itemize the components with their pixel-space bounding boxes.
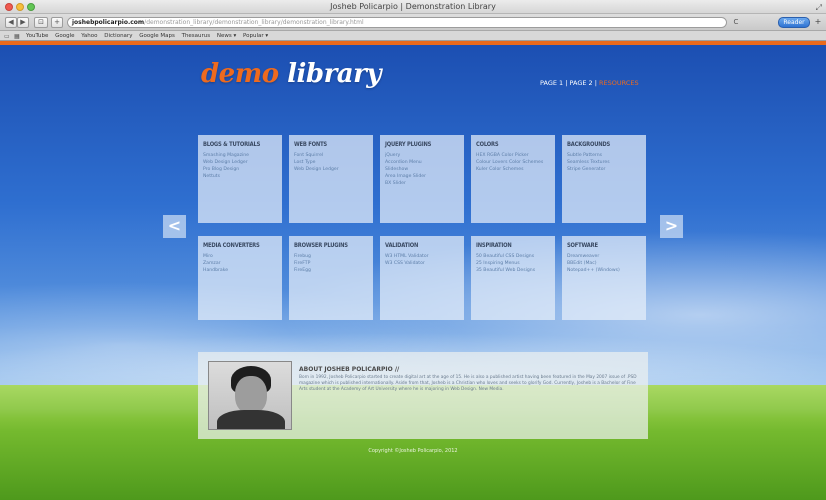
add-bookmark-button[interactable]: + <box>51 17 63 28</box>
bookmark-item[interactable]: Thesaurus <box>182 33 211 39</box>
about-section: ABOUT JOSHEB POLICARPIO // Born in 1992,… <box>198 352 648 439</box>
resource-card-jquery: JQUERY PLUGINS jQuery Accordion Menu Sli… <box>380 135 464 223</box>
resource-card-web-fonts: WEB FONTS Font Squirrel Lost Type Web De… <box>289 135 373 223</box>
prev-arrow-button[interactable]: < <box>163 215 186 238</box>
card-link[interactable]: Zamzar <box>203 260 277 267</box>
resource-card-validation: VALIDATION W3 HTML Validator W3 CSS Vali… <box>380 236 464 320</box>
card-link[interactable]: HEX RGBA Color Picker <box>476 152 550 159</box>
resource-card-media-converters: MEDIA CONVERTERS Miro Zamzar Handbrake <box>198 236 282 320</box>
bookmark-item[interactable]: Yahoo <box>81 33 97 39</box>
window-title: Josheb Policarpio | Demonstration Librar… <box>330 2 496 11</box>
card-link[interactable]: Notepad++ (Windows) <box>567 267 641 274</box>
reader-button[interactable]: Reader <box>778 17 810 28</box>
card-link[interactable]: Web Design Ledger <box>294 166 368 173</box>
card-title: WEB FONTS <box>294 142 327 148</box>
card-link[interactable]: Font Squirrel <box>294 152 368 159</box>
next-arrow-button[interactable]: > <box>660 215 683 238</box>
card-link[interactable]: 50 Beautiful CSS Designs <box>476 253 550 260</box>
resource-card-browser-plugins: BROWSER PLUGINS Firebug FireFTP FireEgg <box>289 236 373 320</box>
card-link[interactable]: Firebug <box>294 253 368 260</box>
site-logo[interactable]: demo library <box>201 59 381 89</box>
card-link[interactable]: 25 Inspiring Menus <box>476 260 550 267</box>
card-link[interactable]: W3 HTML Validator <box>385 253 459 260</box>
card-link[interactable]: FireEgg <box>294 267 368 274</box>
card-title: BACKGROUNDS <box>567 142 611 148</box>
about-text: Born in 1992, Josheb Policarpio started … <box>299 375 637 392</box>
card-link[interactable]: Seamless Textures <box>567 159 641 166</box>
resource-card-inspiration: INSPIRATION 50 Beautiful CSS Designs 25 … <box>471 236 555 320</box>
card-link[interactable]: Colour Lovers Color Schemes <box>476 159 550 166</box>
card-link[interactable]: jQuery <box>385 152 459 159</box>
nav-resources[interactable]: RESOURCES <box>599 79 639 87</box>
card-title: BLOGS & TUTORIALS <box>203 142 261 148</box>
card-link[interactable]: Subtle Patterns <box>567 152 641 159</box>
logo-word-demo: demo <box>201 59 279 89</box>
page-content: demo library PAGE 1 | PAGE 2 | RESOURCES… <box>0 45 826 500</box>
card-link[interactable]: Accordion Menu <box>385 159 459 166</box>
about-title: ABOUT JOSHEB POLICARPIO // <box>299 366 400 373</box>
card-link[interactable]: Miro <box>203 253 277 260</box>
nav-page-2[interactable]: PAGE 2 <box>570 79 593 87</box>
fullscreen-icon[interactable]: ⤢ <box>816 3 822 13</box>
resource-card-colors: COLORS HEX RGBA Color Picker Colour Love… <box>471 135 555 223</box>
address-host: joshebpolicarpio.com <box>72 19 145 26</box>
bookmark-item[interactable]: Dictionary <box>104 33 132 39</box>
card-link[interactable]: Kuler Color Schemes <box>476 166 550 173</box>
card-title: SOFTWARE <box>567 243 598 249</box>
card-link[interactable]: Lost Type <box>294 159 368 166</box>
logo-word-library: library <box>287 59 381 89</box>
reload-button[interactable]: C <box>731 17 741 28</box>
bookmark-item[interactable]: Google <box>55 33 74 39</box>
resource-card-software: SOFTWARE Dreamweaver BBEdit (Mac) Notepa… <box>562 236 646 320</box>
card-title: BROWSER PLUGINS <box>294 243 348 249</box>
browser-toolbar: ◀ ▶ ⊡ + joshebpolicarpio.com/demonstrati… <box>0 14 826 31</box>
back-button[interactable]: ◀ <box>5 17 17 28</box>
card-link[interactable]: W3 CSS Validator <box>385 260 459 267</box>
page-nav: PAGE 1 | PAGE 2 | RESOURCES <box>540 79 639 87</box>
card-link[interactable]: Handbrake <box>203 267 277 274</box>
bookmark-item[interactable]: News ▾ <box>217 33 236 39</box>
card-title: JQUERY PLUGINS <box>385 142 432 148</box>
copyright-text: Copyright ©Josheb Policarpio, 2012 <box>368 448 458 454</box>
card-link[interactable]: FireFTP <box>294 260 368 267</box>
resource-card-backgrounds: BACKGROUNDS Subtle Patterns Seamless Tex… <box>562 135 646 223</box>
resource-card-blogs: BLOGS & TUTORIALS Smashing Magazine Web … <box>198 135 282 223</box>
card-link[interactable]: Dreamweaver <box>567 253 641 260</box>
nav-page-1[interactable]: PAGE 1 <box>540 79 563 87</box>
card-title: COLORS <box>476 142 499 148</box>
bookmark-item[interactable]: Popular ▾ <box>243 33 268 39</box>
card-title: VALIDATION <box>385 243 419 249</box>
bookmark-item[interactable]: YouTube <box>26 33 48 39</box>
card-link[interactable]: 35 Beautiful Web Designs <box>476 267 550 274</box>
card-link[interactable]: Stripe Generator <box>567 166 641 173</box>
window-titlebar: Josheb Policarpio | Demonstration Librar… <box>0 0 826 14</box>
card-title: INSPIRATION <box>476 243 512 249</box>
forward-button[interactable]: ▶ <box>17 17 29 28</box>
show-all-tabs-button[interactable]: ⊡ <box>34 17 48 28</box>
address-bar[interactable]: joshebpolicarpio.com/demonstration_libra… <box>67 17 727 28</box>
author-photo <box>208 361 292 430</box>
new-tab-button[interactable]: + <box>813 17 823 28</box>
card-link[interactable]: Pro Blog Design <box>203 166 277 173</box>
bookmark-item[interactable]: Google Maps <box>139 33 175 39</box>
card-link[interactable]: Smashing Magazine <box>203 152 277 159</box>
card-link[interactable]: BX Slider <box>385 180 459 187</box>
bookmarks-bar: ▭ ▦ YouTube Google Yahoo Dictionary Goog… <box>0 31 826 41</box>
card-link[interactable]: Nettuts <box>203 173 277 180</box>
bookmark-list: YouTube Google Yahoo Dictionary Google M… <box>26 31 273 41</box>
card-link[interactable]: Web Design Ledger <box>203 159 277 166</box>
card-link[interactable]: Area Image Slider <box>385 173 459 180</box>
card-title: MEDIA CONVERTERS <box>203 243 260 249</box>
address-path: /demonstration_library/demonstration_lib… <box>144 19 364 26</box>
card-link[interactable]: Slideshow <box>385 166 459 173</box>
card-link[interactable]: BBEdit (Mac) <box>567 260 641 267</box>
